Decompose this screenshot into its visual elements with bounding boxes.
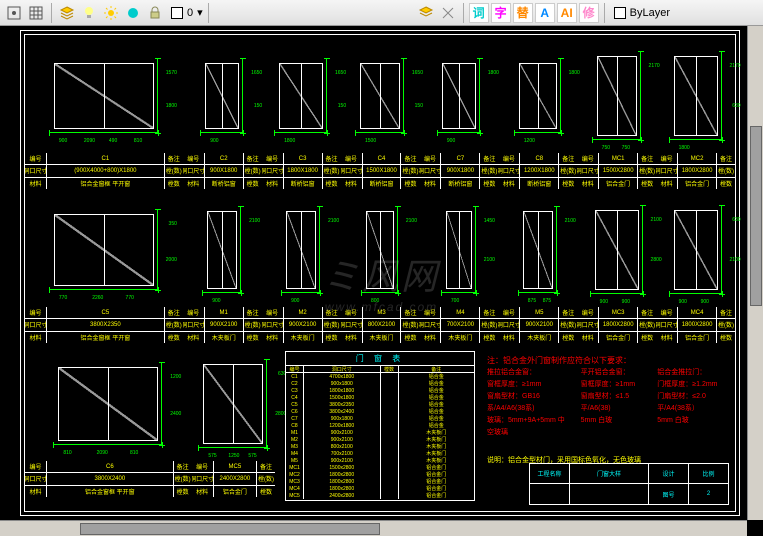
scrollbar-horizontal[interactable]	[0, 520, 747, 536]
tool-match-icon[interactable]	[438, 3, 458, 23]
text-tool-char[interactable]: 字	[491, 3, 511, 23]
text-tool-a[interactable]: A	[535, 3, 555, 23]
tool-layers-icon[interactable]	[57, 3, 77, 23]
layer-color-swatch	[171, 7, 183, 19]
layer-dropdown[interactable]: 0 ▾	[171, 6, 203, 19]
elevation-M2: 9002100	[262, 193, 341, 307]
tool-lock-icon[interactable]	[145, 3, 165, 23]
row2-spec-tables: 编号C5备注洞口尺寸3800X2350樘(数)材料铝合金窗框 平开窗樘数编号M1…	[25, 307, 735, 343]
spec-C1: 编号C1备注洞口尺寸(900X4000+800)X1800樘(数)材料铝合金窗框…	[25, 153, 183, 189]
door-window-schedule: 门 窗 表 编号 洞口尺寸 樘数 备注 C14700x1800铝合金C2900x…	[285, 351, 475, 501]
text-tool-replace[interactable]: 替	[513, 3, 533, 23]
spec-C8: 编号C8备注洞口尺寸1200X1800樘(数)材料断桥铝窗樘数	[498, 153, 577, 189]
tool-snap-icon[interactable]	[4, 3, 24, 23]
tool-layers2-icon[interactable]	[416, 3, 436, 23]
elevation-C3: 18001650150	[262, 39, 341, 153]
spec-C6: 编号C6备注洞口尺寸3800X2400樘(数)材料铝合金窗框 平开窗樘数	[25, 461, 192, 497]
spec-M4: 编号M4备注洞口尺寸700X2100樘(数)材料木夹板门樘数	[419, 307, 498, 343]
drawing-inner: 9002090490810157018009001650150180016501…	[24, 34, 736, 512]
scrollbar-vertical[interactable]	[747, 26, 763, 520]
spec-MC3: 编号MC3备注洞口尺寸1800X2800樘(数)材料铝合金门樘数	[577, 307, 656, 343]
row1-elevations: 9002090490810157018009001650150180016501…	[25, 39, 735, 153]
tool-bulb-icon[interactable]	[79, 3, 99, 23]
toolbar-separator	[463, 3, 464, 23]
tool-grid-icon[interactable]	[26, 3, 46, 23]
spec-M5: 编号M5备注洞口尺寸900X2100樘(数)材料木夹板门樘数	[498, 307, 577, 343]
elevation-M4: 70014502100	[419, 193, 498, 307]
spec-MC5: 编号MC5备注洞口尺寸2400X2800樘(数)材料铝合金门樘数	[192, 461, 275, 497]
tool-freeze-icon[interactable]	[123, 3, 143, 23]
title-block: 工程名称 门窗大样 设计 比例 图号 2	[529, 463, 729, 505]
bylayer-label: ByLayer	[630, 7, 670, 19]
spec-MC2: 编号MC2备注洞口尺寸1800X2800樘(数)材料铝合金门樘数	[656, 153, 735, 189]
row3-spec-tables: 编号C6备注洞口尺寸3800X2400樘(数)材料铝合金窗框 平开窗樘数编号MC…	[25, 461, 275, 497]
spec-C5: 编号C5备注洞口尺寸3800X2350樘(数)材料铝合金窗框 平开窗樘数	[25, 307, 183, 343]
row2-elevations: 7702260770350200090021009002100800210070…	[25, 193, 735, 307]
text-tool-ai[interactable]: AI	[557, 3, 577, 23]
elevation-MC5: 57512505756302800	[192, 347, 275, 461]
layer-name-label: 0	[187, 7, 193, 19]
spec-M1: 编号M1备注洞口尺寸900X2100樘(数)材料木夹板门樘数	[183, 307, 262, 343]
elevation-C1: 900209049081015701800	[25, 39, 183, 153]
drawing-canvas[interactable]: 9002090490810157018009001650150180016501…	[0, 26, 763, 536]
elevation-C8: 12001800	[498, 39, 577, 153]
toolbar-separator	[51, 3, 52, 23]
spec-C4: 编号C4备注洞口尺寸1500X1800樘(数)材料断桥铝窗樘数	[341, 153, 420, 189]
text-tool-edit[interactable]: 修	[579, 3, 599, 23]
elevation-M5: 8758752100	[498, 193, 577, 307]
elevation-MC2: 18002170630	[656, 39, 735, 153]
elevation-MC1: 7507502170	[577, 39, 656, 153]
spec-MC4: 编号MC4备注洞口尺寸1800X2800樘(数)材料铝合金门樘数	[656, 307, 735, 343]
elevation-C7: 9001800	[419, 39, 498, 153]
elevation-C4: 15001650150	[341, 39, 420, 153]
spec-M2: 编号M2备注洞口尺寸900X2100樘(数)材料木夹板门樘数	[262, 307, 341, 343]
toolbar-separator	[208, 3, 209, 23]
spec-C7: 编号C7备注洞口尺寸900X1800樘(数)材料断桥铝窗樘数	[419, 153, 498, 189]
row3-elevations: 81020908101200240057512505756302800	[25, 347, 275, 461]
schedule-title: 门 窗 表	[286, 352, 474, 366]
bylayer-dropdown[interactable]: ByLayer	[614, 7, 670, 19]
chevron-down-icon: ▾	[197, 6, 203, 19]
schedule-header: 编号 洞口尺寸 樘数 备注	[286, 366, 474, 373]
elevation-MC4: 9009006302100	[656, 193, 735, 307]
elevation-M3: 8002100	[341, 193, 420, 307]
spec-C2: 编号C2备注洞口尺寸900X1800樘(数)材料断桥铝窗樘数	[183, 153, 262, 189]
spec-MC1: 编号MC1备注洞口尺寸1500X2800樘(数)材料铝合金门樘数	[577, 153, 656, 189]
spec-M3: 编号M3备注洞口尺寸800X2100樘(数)材料木夹板门樘数	[341, 307, 420, 343]
toolbar-separator	[604, 3, 605, 23]
elevation-M1: 9002100	[183, 193, 262, 307]
tool-sun-icon[interactable]	[101, 3, 121, 23]
elevation-C5: 77022607703502000	[25, 193, 183, 307]
toolbar: 0 ▾ 词 字 替 A AI 修 ByLayer	[0, 0, 763, 26]
bylayer-swatch	[614, 7, 626, 19]
notes-block: 注：铝合金外门窗制作应符合以下要求： 推拉铝合金窗： 窗框厚度：≥1mm 窗扇型…	[487, 355, 729, 445]
drawing-border: 9002090490810157018009001650150180016501…	[20, 30, 740, 516]
elevation-C6: 810209081012002400	[25, 347, 192, 461]
row1-spec-tables: 编号C1备注洞口尺寸(900X4000+800)X1800樘(数)材料铝合金窗框…	[25, 153, 735, 189]
schedule-body: C14700x1800铝合金C2900x1800铝合金C31800x1800铝合…	[286, 373, 474, 499]
spec-C3: 编号C3备注洞口尺寸1800X1800樘(数)材料断桥铝窗樘数	[262, 153, 341, 189]
text-tool-word[interactable]: 词	[469, 3, 489, 23]
elevation-C2: 9001650150	[183, 39, 262, 153]
notes-heading: 注：铝合金外门窗制作应符合以下要求：	[487, 355, 729, 367]
elevation-MC3: 90090021002800	[577, 193, 656, 307]
